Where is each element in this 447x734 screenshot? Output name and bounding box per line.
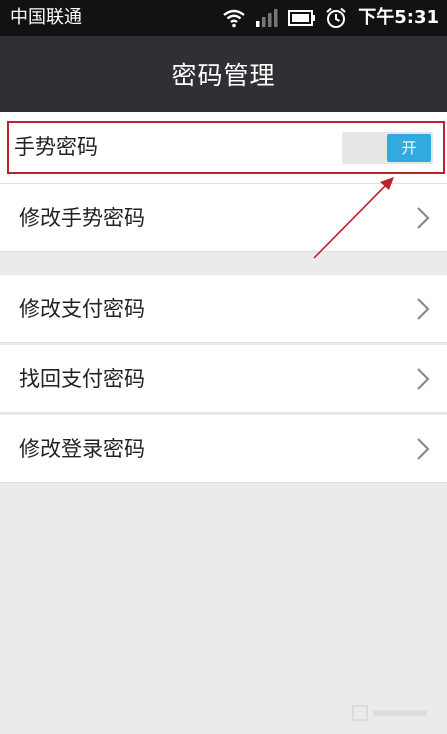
page-title: 密码管理 xyxy=(171,61,276,90)
title-bar: 密码管理 xyxy=(0,36,447,112)
change-payment-password-label: 修改支付密码 xyxy=(19,297,145,321)
status-time: 下午5:31 xyxy=(358,7,439,28)
chevron-right-icon xyxy=(417,298,430,320)
change-gesture-password-label: 修改手势密码 xyxy=(19,206,145,230)
gesture-password-toggle[interactable]: 开 xyxy=(342,132,433,164)
change-login-password-label: 修改登录密码 xyxy=(19,437,145,461)
status-bar: 中国联通 下午5:31 xyxy=(0,0,447,36)
change-gesture-password-row[interactable]: 修改手势密码 xyxy=(0,184,447,252)
wifi-icon xyxy=(223,9,245,28)
alarm-clock-icon xyxy=(326,7,346,28)
recover-payment-password-row[interactable]: 找回支付密码 xyxy=(0,345,447,413)
change-payment-password-row[interactable]: 修改支付密码 xyxy=(0,275,447,343)
chevron-right-icon xyxy=(417,438,430,460)
watermark-logo xyxy=(352,705,427,721)
chevron-right-icon xyxy=(417,207,430,229)
change-login-password-row[interactable]: 修改登录密码 xyxy=(0,415,447,483)
carrier-name: 中国联通 xyxy=(10,7,82,28)
battery-icon xyxy=(288,10,316,26)
chevron-right-icon xyxy=(417,368,430,390)
toggle-on-knob: 开 xyxy=(387,134,431,162)
recover-payment-password-label: 找回支付密码 xyxy=(19,367,145,391)
status-icons: 下午5:31 xyxy=(222,4,439,32)
gesture-password-label: 手势密码 xyxy=(14,135,98,159)
signal-icon xyxy=(256,9,278,27)
